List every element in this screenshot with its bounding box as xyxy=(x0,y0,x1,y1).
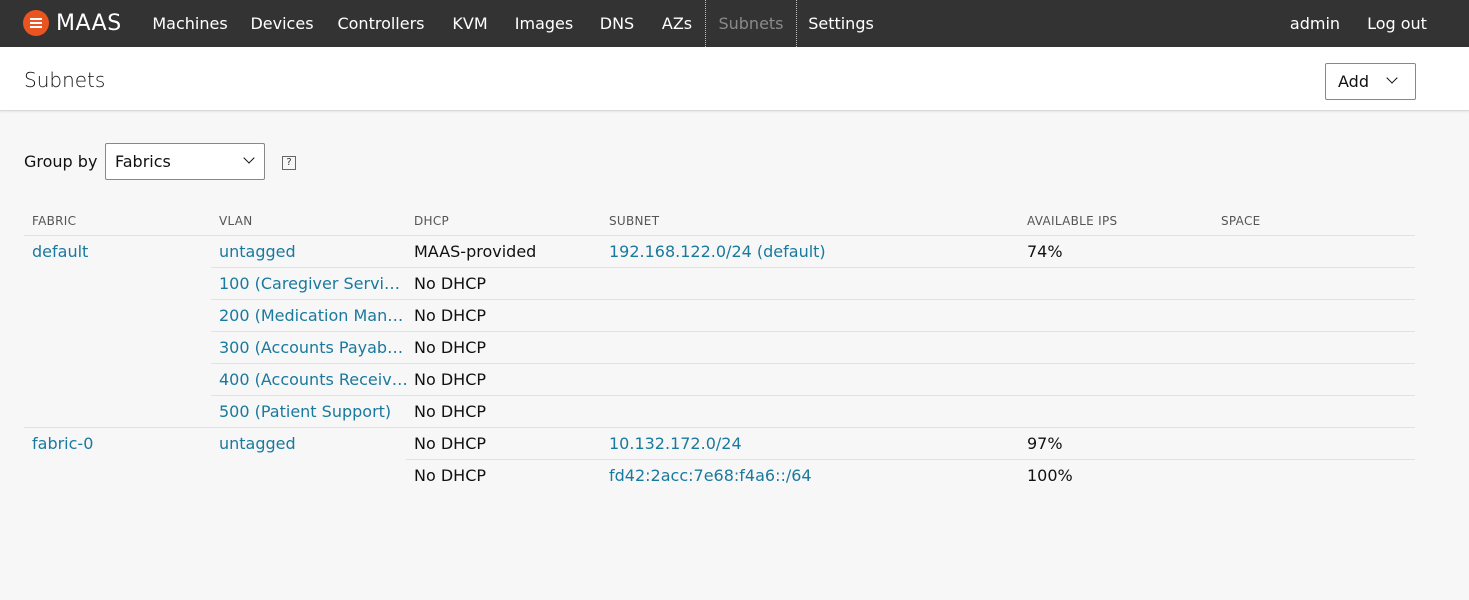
nav-images[interactable]: Images xyxy=(508,0,580,47)
chevron-down-icon xyxy=(243,152,255,164)
page-header: Subnets Add xyxy=(0,47,1469,111)
row-divider xyxy=(211,331,1415,332)
nav-kvm[interactable]: KVM xyxy=(443,0,497,47)
available-ips: 100% xyxy=(1027,466,1073,485)
row-divider xyxy=(211,395,1415,396)
fabric-link[interactable]: fabric-0 xyxy=(32,434,202,453)
group-by-label: Group by xyxy=(24,152,98,171)
top-navigation: MAAS Machines Devices Controllers KVM Im… xyxy=(0,0,1469,47)
chevron-down-icon xyxy=(1386,72,1398,84)
nav-dns[interactable]: DNS xyxy=(591,0,643,47)
available-ips: 97% xyxy=(1027,434,1063,453)
page-title: Subnets xyxy=(24,68,106,92)
row-divider xyxy=(211,363,1415,364)
available-ips: 74% xyxy=(1027,242,1063,261)
vlan-link[interactable]: 400 (Accounts Receivable) xyxy=(219,370,409,389)
nav-devices[interactable]: Devices xyxy=(245,0,319,47)
column-header-space[interactable]: SPACE xyxy=(1221,214,1261,228)
vlan-link[interactable]: 500 (Patient Support) xyxy=(219,402,405,421)
maas-logo[interactable]: MAAS xyxy=(23,10,122,36)
add-button[interactable]: Add xyxy=(1325,63,1416,100)
maas-logo-icon xyxy=(23,10,49,36)
help-icon[interactable]: ? xyxy=(282,156,296,170)
subnet-link[interactable]: 192.168.122.0/24 (default) xyxy=(609,242,1009,261)
vlan-link[interactable]: untagged xyxy=(219,242,405,261)
dhcp-status: No DHCP xyxy=(414,306,487,325)
vlan-link[interactable]: 300 (Accounts Payable) xyxy=(219,338,405,357)
row-divider xyxy=(211,267,1415,268)
group-by-value: Fabrics xyxy=(115,152,171,171)
nav-settings[interactable]: Settings xyxy=(803,0,879,47)
subnet-link[interactable]: fd42:2acc:7e68:f4a6::/64 xyxy=(609,466,1009,485)
column-header-vlan[interactable]: VLAN xyxy=(219,214,253,228)
dhcp-status: MAAS-provided xyxy=(414,242,537,261)
vlan-link[interactable]: untagged xyxy=(219,434,405,453)
nav-subnets[interactable]: Subnets xyxy=(705,0,797,47)
nav-azs[interactable]: AZs xyxy=(654,0,700,47)
nav-machines[interactable]: Machines xyxy=(146,0,234,47)
dhcp-status: No DHCP xyxy=(414,466,487,485)
dhcp-status: No DHCP xyxy=(414,370,487,389)
subnet-link[interactable]: 10.132.172.0/24 xyxy=(609,434,1009,453)
fabric-link[interactable]: default xyxy=(32,242,202,261)
brand-name: MAAS xyxy=(56,10,122,36)
dhcp-status: No DHCP xyxy=(414,274,487,293)
column-header-available-ips[interactable]: AVAILABLE IPS xyxy=(1027,214,1117,228)
nav-user-admin[interactable]: admin xyxy=(1283,0,1347,47)
column-header-dhcp[interactable]: DHCP xyxy=(414,214,449,228)
row-divider xyxy=(24,427,1415,428)
group-by-select[interactable]: Fabrics xyxy=(105,143,265,180)
dhcp-status: No DHCP xyxy=(414,434,487,453)
column-header-subnet[interactable]: SUBNET xyxy=(609,214,659,228)
nav-log-out[interactable]: Log out xyxy=(1360,0,1434,47)
add-button-label: Add xyxy=(1338,72,1369,91)
dhcp-status: No DHCP xyxy=(414,402,487,421)
column-header-fabric[interactable]: FABRIC xyxy=(32,214,76,228)
nav-controllers[interactable]: Controllers xyxy=(332,0,430,47)
vlan-link[interactable]: 200 (Medication Management) xyxy=(219,306,404,325)
row-divider xyxy=(211,299,1415,300)
row-divider xyxy=(24,235,1415,236)
dhcp-status: No DHCP xyxy=(414,338,487,357)
vlan-link[interactable]: 100 (Caregiver Services) xyxy=(219,274,405,293)
row-divider xyxy=(406,459,1415,460)
